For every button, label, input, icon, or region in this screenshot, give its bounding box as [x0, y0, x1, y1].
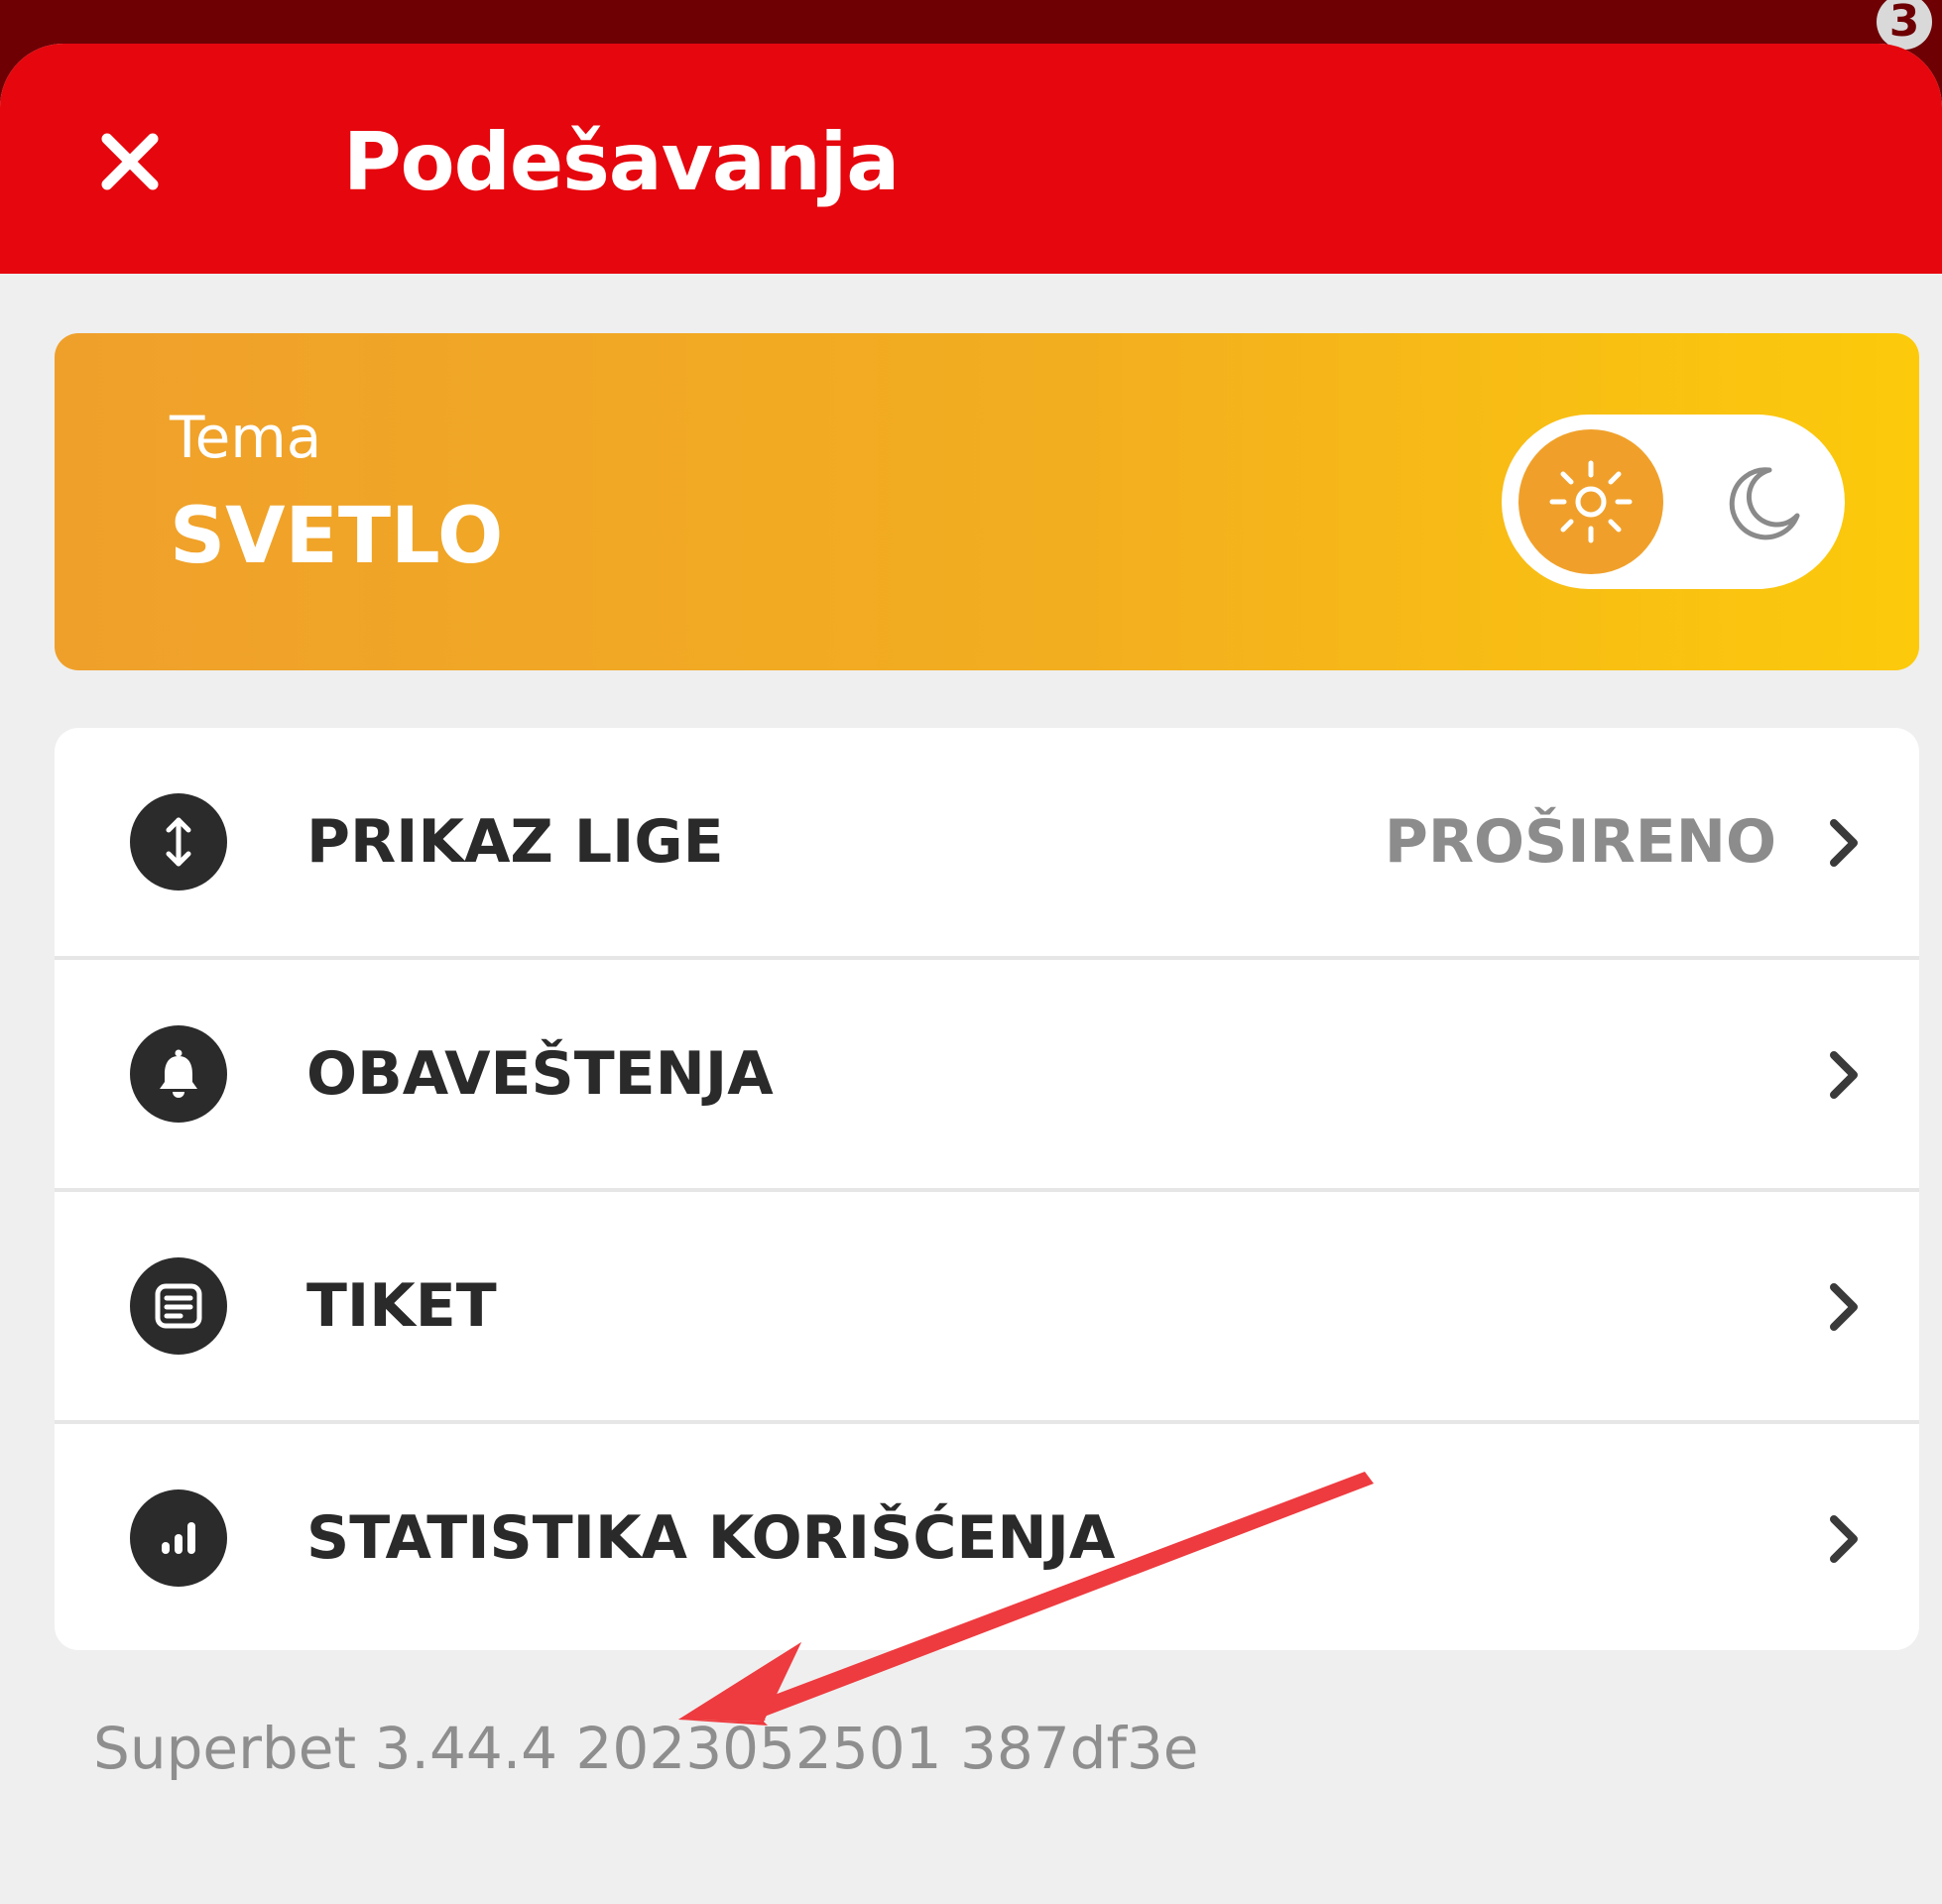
page-title: Podešavanja: [343, 116, 900, 208]
menu-item-notifications[interactable]: OBAVEŠTENJA: [55, 960, 1919, 1192]
sun-icon: [1549, 460, 1633, 543]
chevron-right-icon: [1830, 819, 1858, 867]
notification-badge: 3: [1877, 0, 1932, 50]
ticket-icon: [130, 1257, 227, 1355]
menu-item-value: PROŠIRENO: [1384, 807, 1776, 877]
sort-arrows-icon: [130, 793, 227, 891]
chevron-right-icon: [1830, 1283, 1858, 1331]
chevron-right-icon: [1830, 1051, 1858, 1099]
bar-chart-icon: [130, 1489, 227, 1587]
theme-value: SVETLO: [170, 492, 504, 581]
toggle-knob: [1518, 429, 1663, 574]
settings-header: Podešavanja: [0, 44, 1942, 274]
menu-item-usage-statistics[interactable]: STATISTIKA KORIŠĆENJA: [55, 1424, 1919, 1650]
bell-icon: [130, 1025, 227, 1123]
close-button[interactable]: [85, 117, 175, 206]
theme-toggle[interactable]: [1502, 415, 1845, 589]
theme-card: Tema SVETLO: [55, 333, 1919, 670]
app-version-text: Superbet 3.44.4 2023052501 387df3e: [93, 1715, 1199, 1782]
menu-item-ticket[interactable]: TIKET: [55, 1192, 1919, 1424]
menu-item-label: OBAVEŠTENJA: [306, 1039, 774, 1109]
menu-item-league-display[interactable]: PRIKAZ LIGE PROŠIRENO: [55, 728, 1919, 960]
settings-menu: PRIKAZ LIGE PROŠIRENO OBAVEŠTENJA TIKET …: [55, 728, 1919, 1650]
settings-sheet: Podešavanja Tema SVETLO PRIKAZ LIGE PROŠ…: [0, 44, 1942, 1904]
close-icon: [101, 133, 159, 190]
moon-icon: [1729, 467, 1800, 540]
chevron-right-icon: [1830, 1515, 1858, 1563]
menu-item-label: STATISTIKA KORIŠĆENJA: [306, 1503, 1116, 1573]
menu-item-label: PRIKAZ LIGE: [306, 807, 724, 877]
theme-label: Tema: [170, 404, 322, 471]
menu-item-label: TIKET: [306, 1271, 497, 1341]
